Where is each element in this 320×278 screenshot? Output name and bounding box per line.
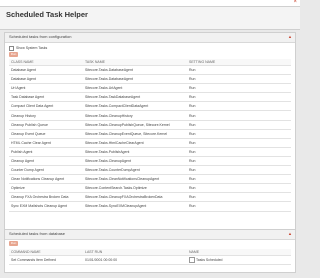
table-row: Database Agent Sitecore.Tasks.DatabaseAge… [9, 74, 291, 85]
table-cell: Sitecore.Tasks.CleanupPublishQueue, Site… [83, 120, 187, 130]
table-cell[interactable]: Run [187, 110, 291, 121]
table-row: Publish Agent Sitecore.Tasks.PublishAgent… [9, 147, 291, 157]
table-cell: Sitecore.Tasks.TaskDatabaseAgent [83, 92, 187, 103]
table-cell: Sitecore.Tasks.CleanupHistory [83, 110, 187, 121]
table-cell[interactable]: Run [187, 129, 291, 139]
show-system-tasks-checkbox[interactable] [9, 45, 14, 51]
table-row: Url Agent Sitecore.Tasks.UrlAgent Run [9, 83, 291, 94]
table-row: HTML Cache Clear Agent Sitecore.Tasks.Htm… [9, 138, 291, 148]
table-row: Compact Client Data Agent Sitecore.Tasks.… [9, 101, 291, 112]
table-cell: Sitecore.Tasks.SyncEXMCleanupAgent [83, 201, 187, 212]
table-cell: Sitecore.ContentSearch.Tasks.Optimize [83, 183, 187, 194]
table-cell: Cleanup Event Queue [9, 129, 83, 139]
table-row: Task Database Agent Sitecore.Tasks.TaskDa… [9, 92, 291, 103]
db-panel-header[interactable]: Scheduled tasks from database ▲ [5, 230, 295, 240]
db-panel-title: Scheduled tasks from database [9, 231, 66, 236]
config-panel-title: Scheduled tasks from configuration [9, 34, 72, 39]
db-tasks-table: COMMAND NAME LAST RUN NAME Set Commands … [9, 249, 291, 266]
table-cell: Sync EXM Mailshots Cleanup Agent [9, 201, 83, 212]
table-cell: Url Agent [9, 83, 83, 94]
table-cell[interactable]: Run [187, 74, 291, 85]
table-row: Database Agent Sitecore.Tasks.DatabaseAge… [9, 65, 291, 76]
table-row: Cleanup Agent Sitecore.Tasks.CleanupAgent… [9, 156, 291, 167]
table-cell: Cleanup Agent [9, 156, 83, 167]
db-tasks-panel: Scheduled tasks from database ▲ Run COMM… [4, 229, 296, 273]
table-cell[interactable]: Run [187, 138, 291, 148]
table-cell: Cleanup FXA Orchestra Broken Data [9, 192, 83, 203]
table-cell: Task Database Agent [9, 92, 83, 103]
table-cell[interactable]: Run [187, 65, 291, 76]
table-cell[interactable]: Run [187, 201, 291, 212]
table-cell: Sitecore.Tasks.CleanNotificationsCleanup… [83, 174, 187, 185]
table-cell[interactable]: Run [187, 83, 291, 94]
table-row: Clean Notifications Cleanup Agent Sitecor… [9, 174, 291, 185]
window-topbar: × [0, 0, 300, 7]
table-cell: Sitecore.Tasks.PublishAgent [83, 147, 187, 157]
table-row: Cleanup Publish Queue Sitecore.Tasks.Clea… [9, 120, 291, 130]
table-cell: Sitecore.Tasks.CompactClientDataAgent [83, 101, 187, 112]
run-button[interactable]: Run [9, 52, 18, 57]
run-button[interactable]: Run [9, 241, 18, 246]
table-cell[interactable]: Run [187, 174, 291, 185]
page-title: Scheduled Task Helper [6, 10, 88, 19]
table-cell: Cleanup History [9, 110, 83, 121]
table-cell[interactable]: Run [187, 165, 291, 176]
table-cell: Sitecore.Tasks.CounterDumpAgent [83, 165, 187, 176]
table-row: Counter Dump Agent Sitecore.Tasks.Counter… [9, 165, 291, 176]
close-icon[interactable]: × [293, 0, 297, 6]
table-cell[interactable]: Run [187, 192, 291, 203]
table-cell[interactable]: Run [187, 183, 291, 194]
collapse-icon[interactable]: ▲ [288, 34, 292, 39]
table-cell: Sitecore.Tasks.CleanupEventQueue, Siteco… [83, 129, 187, 139]
table-row: Optimize Sitecore.ContentSearch.Tasks.Opt… [9, 183, 291, 194]
table-cell: Clean Notifications Cleanup Agent [9, 174, 83, 185]
show-system-tasks-label: Show System Tasks [16, 46, 48, 50]
table-cell[interactable]: Run [187, 92, 291, 103]
table-cell: HTML Cache Clear Agent [9, 138, 83, 148]
table-cell: Sitecore.Tasks.UrlAgent [83, 83, 187, 94]
cell-text: Tasks Scheduled [196, 257, 223, 262]
table-cell: Sitecore.Tasks.DatabaseAgent [83, 65, 187, 76]
table-cell: Sitecore.Tasks.CleanupFXAOrchestraBroken… [83, 192, 187, 203]
table-cell: Set Commands Item Defined [9, 255, 83, 266]
table-cell[interactable]: Run [187, 101, 291, 112]
collapse-icon[interactable]: ▲ [288, 231, 292, 236]
table-cell: Database Agent [9, 74, 83, 85]
table-row: Cleanup Event Queue Sitecore.Tasks.Cleanu… [9, 129, 291, 139]
table-cell: 01/01/0001 00:00:00 [83, 255, 187, 266]
config-tasks-panel: Scheduled tasks from configuration ▲ Sho… [4, 32, 296, 236]
config-tasks-table: CLASS NAME TASK NAME SETTING NAME Databa… [9, 59, 291, 212]
table-cell[interactable]: Run [187, 120, 291, 130]
table-cell: Sitecore.Tasks.DatabaseAgent [83, 74, 187, 85]
table-cell: Optimize [9, 183, 83, 194]
table-row: Sync EXM Mailshots Cleanup Agent Sitecore… [9, 201, 291, 212]
show-system-tasks-row[interactable]: Show System Tasks [9, 45, 47, 51]
table-cell: Counter Dump Agent [9, 165, 83, 176]
table-row: Set Commands Item Defined 01/01/0001 00:0… [9, 255, 291, 266]
table-cell: Publish Agent [9, 147, 83, 157]
config-panel-header[interactable]: Scheduled tasks from configuration ▲ [5, 33, 295, 43]
table-cell: Compact Client Data Agent [9, 101, 83, 112]
table-row: Cleanup History Sitecore.Tasks.CleanupHis… [9, 110, 291, 121]
table-cell[interactable]: Run [187, 156, 291, 167]
table-row: Cleanup FXA Orchestra Broken Data Sitecor… [9, 192, 291, 203]
table-cell: Database Agent [9, 65, 83, 76]
table-cell: Sitecore.Tasks.CleanupAgent [83, 156, 187, 167]
table-cell: Sitecore.Tasks.HtmlCacheClearAgent [83, 138, 187, 148]
table-cell[interactable]: Run [187, 147, 291, 157]
checkbox-icon[interactable] [189, 257, 195, 264]
table-cell: Cleanup Publish Queue [9, 120, 83, 130]
table-cell[interactable]: Tasks Scheduled [187, 255, 291, 266]
